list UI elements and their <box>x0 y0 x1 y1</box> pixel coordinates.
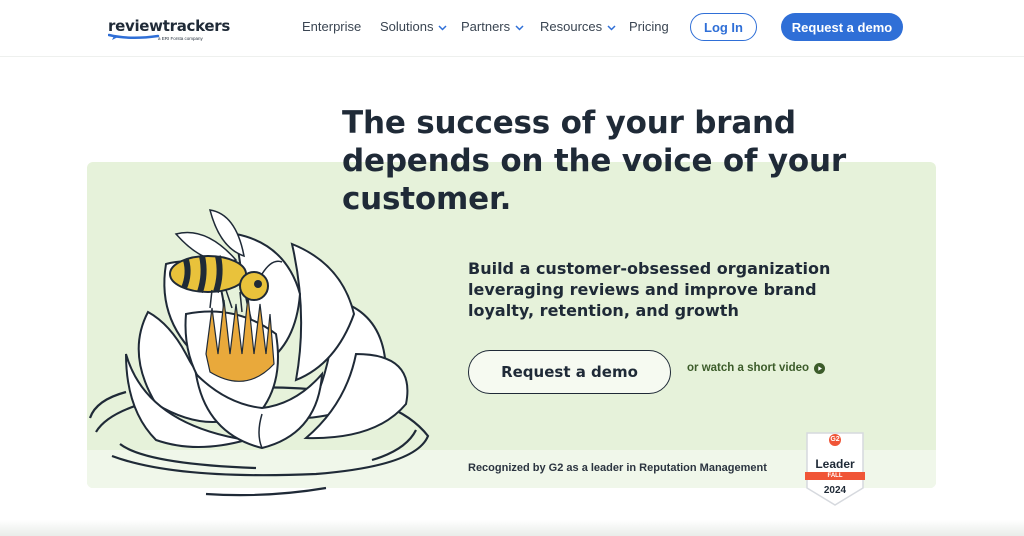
nav-resources[interactable]: Resources <box>540 19 616 34</box>
chevron-down-icon <box>607 24 616 31</box>
watch-video-link[interactable]: or watch a short video <box>687 362 826 374</box>
logo-speech-tail-icon <box>108 33 160 40</box>
hero-subheadline: Build a customer-obsessed organization l… <box>468 259 831 320</box>
chevron-down-icon <box>515 24 524 31</box>
next-section-edge <box>0 520 1024 536</box>
g2-leader-badge: G2 Leader FALL 2024 <box>805 432 865 506</box>
bee-on-lotus-illustration <box>88 209 430 497</box>
nav-solutions-label: Solutions <box>380 19 434 34</box>
nav-solutions[interactable]: Solutions <box>380 19 448 34</box>
reviewtrackers-logo[interactable]: reviewtrackers a ERI Forsta company <box>108 17 230 41</box>
nav-partners-label: Partners <box>461 19 511 34</box>
watch-video-label: or watch a short video <box>687 362 810 374</box>
logo-tagline: a ERI Forsta company <box>158 36 203 41</box>
nav-pricing[interactable]: Pricing <box>629 19 669 34</box>
nav-enterprise[interactable]: Enterprise <box>302 19 361 34</box>
request-demo-hero-button[interactable]: Request a demo <box>468 350 671 394</box>
nav-pricing-label: Pricing <box>629 19 669 34</box>
nav-resources-label: Resources <box>540 19 603 34</box>
nav-enterprise-label: Enterprise <box>302 19 362 34</box>
login-button[interactable]: Log In <box>690 13 757 41</box>
badge-year: 2024 <box>823 485 847 496</box>
g2-recognition-text: Recognized by G2 as a leader in Reputati… <box>468 462 767 474</box>
top-navigation-bar: reviewtrackers a ERI Forsta company Ente… <box>0 0 1024 57</box>
logo-wordmark: reviewtrackers <box>108 17 230 35</box>
request-demo-nav-button[interactable]: Request a demo <box>781 13 903 41</box>
chevron-down-icon <box>438 24 448 31</box>
badge-season: FALL <box>827 473 843 479</box>
nav-partners[interactable]: Partners <box>461 19 524 34</box>
badge-title: Leader <box>815 457 855 471</box>
play-circle-icon <box>814 362 826 374</box>
g2-logo-icon: G2 <box>830 436 840 443</box>
hero-headline: The success of your brand depends on the… <box>342 105 846 217</box>
